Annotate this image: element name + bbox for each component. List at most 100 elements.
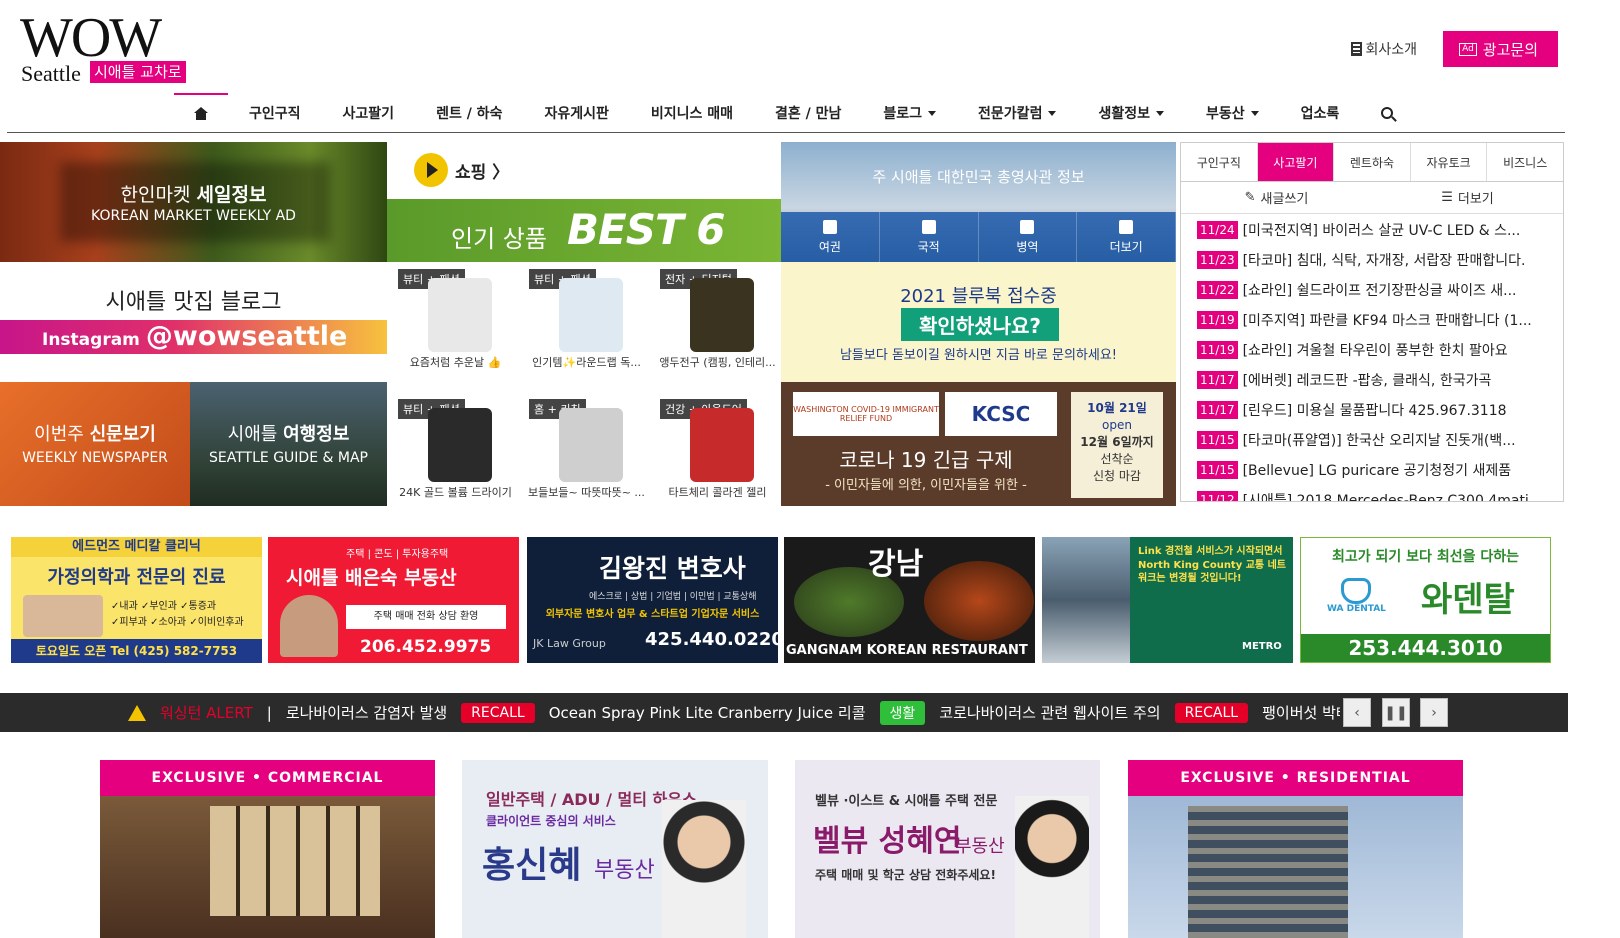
- product-card[interactable]: 뷰티 + 패션인기템✨라운드랩 독...: [521, 264, 652, 386]
- tab-free-talk[interactable]: 자유토크: [1411, 143, 1488, 181]
- tab-jobs[interactable]: 구인구직: [1181, 143, 1258, 181]
- view-more-button[interactable]: ☰ 더보기: [1372, 182, 1563, 213]
- guide-tile[interactable]: 시애틀 여행정보 SEATTLE GUIDE & MAP: [190, 382, 387, 506]
- alert-item[interactable]: Ocean Spray Pink Lite Cranberry Juice 리콜: [549, 702, 866, 723]
- company-link[interactable]: 회사소개: [1350, 39, 1417, 59]
- ad-king-county-metro[interactable]: Link 경전철 서비스가 시작되면서 North King County 교통…: [1042, 537, 1293, 663]
- ad-wa-dental[interactable]: 최고가 되기 보다 최선을 다하는 WA DENTAL 와덴탈 253.444.…: [1300, 537, 1551, 663]
- ad-gangnam-restaurant[interactable]: 강남 GANGNAM KOREAN RESTAURANT: [784, 537, 1035, 663]
- list-item[interactable]: 11/24 [미국전지역] 바이러스 살균 UV-C LED & 스...: [1181, 215, 1565, 245]
- list-item[interactable]: 11/22 [쇼라인] 쉴드라이프 전기장판싱글 싸이즈 새...: [1181, 275, 1565, 305]
- agent-name: 벨뷰 성혜연: [813, 824, 962, 859]
- list-item[interactable]: 11/15 [Bellevue] LG puricare 공기청정기 새제품: [1181, 455, 1565, 485]
- bluebook-subtitle: 남들보다 돋보이길 원하시면 지금 바로 문의하세요!: [839, 348, 1118, 363]
- doctor-photo: [23, 595, 103, 637]
- military-button[interactable]: 병역: [978, 212, 1078, 262]
- list-item[interactable]: 11/12 [시애틀] 2018 Mercedes-Benz C300 4mati…: [1181, 485, 1565, 501]
- ad-inquiry-button[interactable]: Ad 광고문의: [1443, 31, 1558, 67]
- relief-fund-logo: WASHINGTON COVID-19 IMMIGRANT RELIEF FUN…: [793, 392, 939, 436]
- product-card[interactable]: 전자 + 디지털앵두전구 (캠핑, 인테리...: [652, 264, 783, 386]
- shopping-header[interactable]: 쇼핑 〉: [387, 142, 781, 199]
- ad-inquiry-label: 광고문의: [1482, 40, 1538, 59]
- ad-realestate-bae[interactable]: 주택 | 콘도 | 투자용주택 시애틀 배은숙 부동산 주택 매매 전화 상담 …: [268, 537, 519, 663]
- list-item[interactable]: 11/17 [린우드] 미용실 물품팝니다 425.967.3118: [1181, 395, 1565, 425]
- listing-residential[interactable]: EXCLUSIVE • RESIDENTIAL: [1128, 760, 1463, 938]
- listing-photo: [100, 796, 435, 938]
- site-logo[interactable]: WOW Seattle 시애틀 교차로: [20, 7, 190, 86]
- ad-text: 206.452.9975: [360, 637, 492, 657]
- nav-buy-sell[interactable]: 사고팔기: [322, 103, 416, 123]
- nav-dating[interactable]: 결혼 / 만남: [754, 103, 862, 123]
- listing-agent-sung[interactable]: 벨뷰 ·이스트 & 시애틀 주택 전문 벨뷰 성혜연 부동산 주택 매매 및 학…: [795, 760, 1100, 938]
- list-item[interactable]: 11/19 [미주지역] 파란클 KF94 마스크 판매합니다 (1...: [1181, 305, 1565, 335]
- nav-forum[interactable]: 자유게시판: [523, 103, 629, 123]
- kcsc-logo: KCSC: [945, 392, 1057, 436]
- bluebook-tile[interactable]: 2021 블루북 접수중 확인하셨나요? 남들보다 돋보이길 원하시면 지금 바…: [781, 262, 1176, 382]
- tooth-icon: [1341, 578, 1371, 604]
- tab-rent[interactable]: 렌트하숙: [1334, 143, 1411, 181]
- ad-text: WA DENTAL: [1327, 604, 1386, 614]
- ad-text: 가정의학과 전문의 진료: [47, 567, 226, 588]
- ad-text: GANGNAM KOREAN RESTAURANT: [786, 643, 1028, 658]
- product-caption: 앵두전구 (캠핑, 인테리...: [659, 356, 776, 369]
- listing-commercial[interactable]: EXCLUSIVE • COMMERCIAL: [100, 760, 435, 938]
- nav-directory[interactable]: 업소록: [1280, 103, 1361, 123]
- btn-label: 더보기: [1109, 239, 1143, 254]
- nav-blog[interactable]: 블로그: [862, 103, 957, 123]
- nav-rent[interactable]: 렌트 / 하숙: [415, 103, 523, 123]
- list-item[interactable]: 11/19 [쇼라인] 겨울철 타우린이 풍부한 한치 팔아요: [1181, 335, 1565, 365]
- product-card[interactable]: 홈 + 키친 보들보들~ 따뜻따뜻~ ...: [521, 394, 652, 516]
- nationality-button[interactable]: 국적: [879, 212, 979, 262]
- tab-business[interactable]: 비즈니스: [1487, 143, 1563, 181]
- alert-item[interactable]: 코로나바이러스 관련 웹사이트 주의: [939, 702, 1160, 723]
- logo-wow-text: WOW: [20, 7, 162, 69]
- list-item[interactable]: 11/15 [타코마(퓨얄엽)] 한국산 오리지날 진돗개(백...: [1181, 425, 1565, 455]
- best6-banner[interactable]: 인기 상품 BEST 6: [387, 199, 781, 262]
- blog-tile[interactable]: 시애틀 맛집 블로그 Instagram @wowseattle: [0, 262, 387, 382]
- list-item[interactable]: 11/23 [타코마] 침대, 식탁, 자개장, 서랍장 판매합니다.: [1181, 245, 1565, 275]
- listing-header: EXCLUSIVE • COMMERCIAL: [100, 760, 435, 796]
- more-button[interactable]: 더보기: [1077, 212, 1176, 262]
- new-post-label: 새글쓰기: [1260, 192, 1309, 207]
- transit-photo: [1042, 537, 1130, 663]
- nav-living-info[interactable]: 생활정보: [1077, 103, 1185, 123]
- listing-header: EXCLUSIVE • RESIDENTIAL: [1128, 760, 1463, 796]
- nav-label: 사고팔기: [342, 106, 395, 122]
- ticker-next-button[interactable]: ›: [1420, 698, 1448, 727]
- building-icon: [1350, 42, 1362, 56]
- list-item[interactable]: 11/17 [에버렛] 레코드판 -팝송, 클래식, 한국가곡: [1181, 365, 1565, 395]
- ad-text: 주택 | 콘도 | 투자용주택: [346, 549, 449, 560]
- newspaper-tile[interactable]: 이번주 신문보기 WEEKLY NEWSPAPER: [0, 382, 190, 506]
- nav-label: 업소록: [1300, 106, 1340, 122]
- product-card[interactable]: 건강 + 아웃도어타트체리 콜라겐 젤리: [652, 394, 783, 516]
- nav-jobs[interactable]: 구인구직: [228, 103, 322, 123]
- nav-columns[interactable]: 전문가칼럼: [957, 103, 1077, 123]
- ad-text: 외부자문 변호사 업무 & 스타트업 기업자문 서비스: [545, 609, 760, 620]
- nav-home[interactable]: [174, 106, 228, 120]
- alert-item[interactable]: 로나바이러스 감염자 발생: [286, 702, 447, 723]
- covid-relief-tile[interactable]: WASHINGTON COVID-19 IMMIGRANT RELIEF FUN…: [781, 382, 1176, 506]
- caret-down-icon: [928, 110, 937, 116]
- product-caption: 보들보들~ 따뜻따뜻~ ...: [528, 486, 645, 499]
- ticker-prev-button[interactable]: ‹: [1343, 698, 1371, 727]
- play-icon: [414, 153, 448, 187]
- instagram-handle: @wowseattle: [145, 321, 348, 352]
- newspaper-title-a: 이번주: [34, 424, 84, 445]
- market-sale-tile[interactable]: 한인마켓 세일정보 KOREAN MARKET WEEKLY AD: [0, 142, 387, 262]
- nav-search[interactable]: [1360, 107, 1414, 119]
- ad-lawyer-kim[interactable]: 김왕진 변호사 에스크로 | 상법 | 기업법 | 이민법 | 교통상해 외부자…: [527, 537, 778, 663]
- nav-real-estate[interactable]: 부동산: [1185, 103, 1280, 123]
- new-post-button[interactable]: ✎ 새글쓰기: [1181, 182, 1372, 213]
- product-card[interactable]: 뷰티 + 패션24K 골드 볼륨 드라이기: [390, 394, 521, 516]
- listing-agent-hong[interactable]: 일반주택 / ADU / 멀티 하우스 클라이언트 중심의 서비스 홍신혜 부동…: [462, 760, 768, 938]
- alert-item[interactable]: 팽이버섯 박테: [1262, 702, 1350, 723]
- ad-medical-clinic[interactable]: 에드먼즈 메디칼 클리닉 가정의학과 전문의 진료 ✓내과 ✓부인과 ✓통증과 …: [11, 537, 262, 663]
- passport-button[interactable]: 여권: [781, 212, 880, 262]
- ticker-controls-bg: [1340, 693, 1568, 732]
- post-title: [린우드] 미용실 물품팝니다 425.967.3118: [1242, 403, 1507, 419]
- product-card[interactable]: 뷰티 + 패션요즘처럼 추운날 👍: [390, 264, 521, 386]
- product-image: [428, 278, 492, 352]
- nav-business-sale[interactable]: 비지니스 매매: [630, 103, 754, 123]
- ticker-pause-button[interactable]: ❚❚: [1382, 698, 1410, 727]
- tab-buy-sell[interactable]: 사고팔기: [1257, 143, 1335, 181]
